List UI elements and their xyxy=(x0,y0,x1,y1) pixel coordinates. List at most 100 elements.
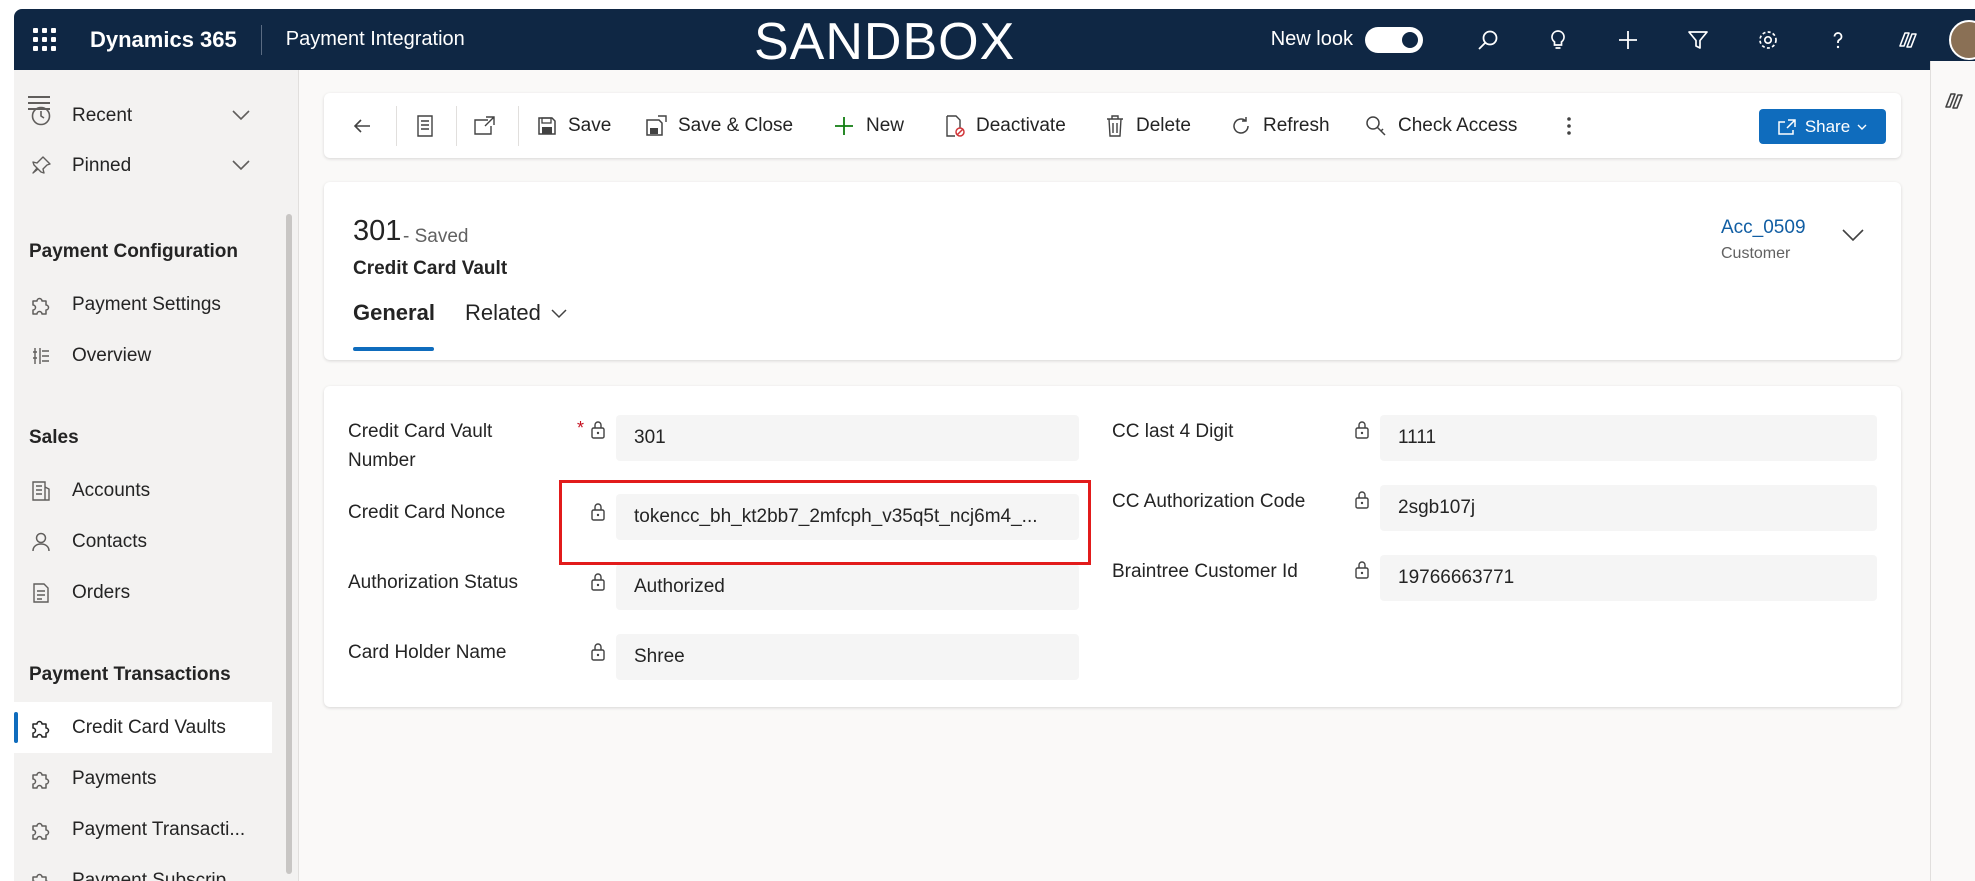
sidebar-item-orders[interactable]: Orders xyxy=(14,567,272,618)
record-entity-name: Credit Card Vault xyxy=(353,258,508,279)
customer-lookup-link[interactable]: Acc_0509 xyxy=(1721,217,1806,239)
lock-icon xyxy=(1354,490,1370,515)
sidebar-item-payment-transactions[interactable]: Payment Transacti... xyxy=(14,804,272,855)
pin-icon xyxy=(26,153,56,179)
lightbulb-icon[interactable] xyxy=(1523,9,1593,70)
sidebar-item-label: Payment Settings xyxy=(72,293,221,315)
lock-icon xyxy=(1354,420,1370,445)
filter-icon[interactable] xyxy=(1663,9,1733,70)
clock-icon xyxy=(26,103,56,129)
divider xyxy=(260,24,262,55)
sidebar-item-label: Recent xyxy=(72,104,133,126)
sidebar-item-contacts[interactable]: Contacts xyxy=(14,516,272,567)
check-access-button[interactable]: Check Access xyxy=(1364,93,1517,158)
form-view-button[interactable] xyxy=(414,93,446,158)
settings-gear-icon[interactable] xyxy=(1733,9,1803,70)
sidebar-item-label: Credit Card Vaults xyxy=(72,716,226,738)
site-map-sidebar: Recent Pinned Payment Configuration Paym… xyxy=(14,70,299,881)
braintree-customer-id-field[interactable]: 19766663771 xyxy=(1380,555,1877,601)
save-close-label: Save & Close xyxy=(678,114,794,136)
user-avatar[interactable] xyxy=(1949,19,1975,60)
copilot-pane-icon[interactable] xyxy=(1941,89,1967,118)
chevron-down-icon[interactable] xyxy=(230,104,252,132)
puzzle-icon xyxy=(26,766,56,792)
tab-related[interactable]: Related xyxy=(465,300,569,326)
sidebar-item-recent[interactable]: Recent xyxy=(14,90,272,141)
chevron-down-icon xyxy=(1857,124,1867,130)
card-holder-name-field[interactable]: Shree xyxy=(616,634,1079,680)
field-label: Credit Card Vault Number xyxy=(348,421,493,471)
chevron-down-icon[interactable] xyxy=(230,154,252,182)
new-look-label: New look xyxy=(1270,28,1353,50)
person-icon xyxy=(26,529,56,555)
command-bar: Save Save & Close New Deactivate Delete … xyxy=(324,93,1901,158)
sidebar-scrollbar[interactable] xyxy=(286,214,292,874)
app-launcher-icon[interactable] xyxy=(31,27,57,53)
right-side-pane xyxy=(1930,61,1975,881)
sidebar-item-label: Payment Subscrip... xyxy=(72,869,243,881)
divider xyxy=(456,106,457,146)
lock-icon xyxy=(590,572,606,597)
sidebar-item-pinned[interactable]: Pinned xyxy=(14,140,272,191)
add-icon[interactable] xyxy=(1593,9,1663,70)
more-commands-icon[interactable] xyxy=(1564,93,1584,158)
document-icon xyxy=(26,580,56,606)
sidebar-group-title: Payment Transactions xyxy=(29,664,231,685)
brand-title[interactable]: Dynamics 365 xyxy=(90,27,237,53)
field-label: Braintree Customer Id xyxy=(1112,561,1298,582)
credit-card-vault-number-field[interactable]: 301 xyxy=(616,415,1079,461)
customer-label: Customer xyxy=(1721,245,1791,262)
new-button[interactable]: New xyxy=(832,93,904,158)
sidebar-item-payment-settings[interactable]: Payment Settings xyxy=(14,279,272,330)
lock-icon xyxy=(590,420,606,445)
open-new-window-button[interactable] xyxy=(472,93,508,158)
help-icon[interactable] xyxy=(1803,9,1873,70)
cc-last-4-digit-field[interactable]: 1111 xyxy=(1380,415,1877,461)
accounts-icon xyxy=(26,478,56,504)
sidebar-item-payment-subscriptions[interactable]: Payment Subscrip... xyxy=(14,855,272,881)
save-and-close-button[interactable]: Save & Close xyxy=(644,93,793,158)
deactivate-button[interactable]: Deactivate xyxy=(942,93,1066,158)
tab-general[interactable]: General xyxy=(353,300,435,326)
tab-related-label: Related xyxy=(465,300,541,325)
save-button[interactable]: Save xyxy=(536,93,611,158)
deactivate-icon xyxy=(946,114,965,137)
sidebar-item-accounts[interactable]: Accounts xyxy=(14,465,272,516)
lock-icon xyxy=(1354,560,1370,585)
divider xyxy=(518,106,519,146)
sidebar-group-title: Payment Configuration xyxy=(29,241,239,262)
sidebar-item-label: Contacts xyxy=(72,530,147,552)
cc-authorization-code-field[interactable]: 2sgb107j xyxy=(1380,485,1877,531)
new-look-toggle[interactable] xyxy=(1365,26,1423,53)
authorization-status-field[interactable]: Authorized xyxy=(616,564,1079,610)
delete-button[interactable]: Delete xyxy=(1104,93,1191,158)
sidebar-item-label: Orders xyxy=(72,581,131,603)
highlight-box xyxy=(559,480,1091,565)
puzzle-icon xyxy=(26,292,56,318)
share-icon xyxy=(1778,118,1796,135)
field-label: Authorization Status xyxy=(348,572,519,593)
tab-selected-indicator xyxy=(353,347,434,351)
record-number: 301 xyxy=(353,215,402,247)
divider xyxy=(396,106,397,146)
sidebar-group-title: Sales xyxy=(29,427,79,448)
sidebar-item-label: Pinned xyxy=(72,154,132,176)
back-button[interactable] xyxy=(350,93,384,158)
save-icon xyxy=(538,116,556,135)
top-bar: Dynamics 365 Payment Integration SANDBOX… xyxy=(14,9,1975,71)
puzzle-icon xyxy=(26,868,56,881)
new-label: New xyxy=(866,114,905,136)
sidebar-item-overview[interactable]: Overview xyxy=(14,330,272,381)
share-button[interactable]: Share xyxy=(1759,109,1886,144)
required-indicator: * xyxy=(577,418,585,438)
app-name[interactable]: Payment Integration xyxy=(286,28,465,51)
delete-label: Delete xyxy=(1136,114,1191,136)
field-label: CC Authorization Code xyxy=(1112,491,1306,512)
search-icon[interactable] xyxy=(1453,9,1523,70)
save-label: Save xyxy=(568,114,612,136)
record-status: - Saved xyxy=(403,226,469,247)
sidebar-item-payments[interactable]: Payments xyxy=(14,753,272,804)
expand-header-chevron-icon[interactable] xyxy=(1840,222,1866,253)
refresh-button[interactable]: Refresh xyxy=(1229,93,1330,158)
sidebar-item-credit-card-vaults[interactable]: Credit Card Vaults xyxy=(14,702,272,753)
